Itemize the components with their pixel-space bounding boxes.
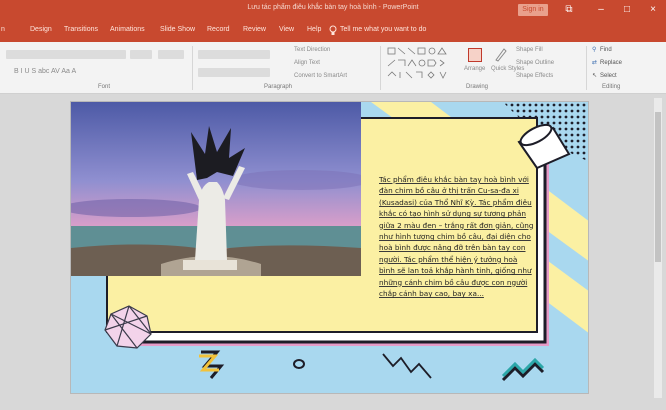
convert-smartart-button[interactable]: Convert to SmartArt <box>294 73 347 79</box>
font-group-label: Font <box>98 84 111 90</box>
font-name-dropdown[interactable] <box>6 50 126 59</box>
tab-view[interactable]: View <box>279 26 294 33</box>
quick-styles-button[interactable]: Quick Styles <box>491 66 524 72</box>
group-divider <box>192 46 193 90</box>
wave-doodle <box>382 353 432 379</box>
paragraph-group-label: Paragraph <box>264 84 293 90</box>
magnifier-icon: ⚲ <box>592 47 597 53</box>
find-button[interactable]: Find <box>600 47 612 53</box>
font-format-buttons[interactable]: B I U S abc AV Aa A <box>14 68 76 75</box>
shapes-gallery[interactable] <box>386 46 462 82</box>
text-direction-button[interactable]: Text Direction <box>294 47 330 53</box>
tab-animations[interactable]: Animations <box>110 26 145 33</box>
editing-group-label: Editing <box>602 84 621 90</box>
tab-record[interactable]: Record <box>207 26 230 33</box>
quick-styles-icon <box>495 48 507 62</box>
shape-effects-button[interactable]: Shape Effects <box>516 73 553 79</box>
title-bar: Lưu tác phẩm điêu khắc bàn tay hoà bình … <box>0 0 666 20</box>
drawing-group-label: Drawing <box>466 84 489 90</box>
ribbon-tabs: n Design Transitions Animations Slide Sh… <box>0 20 666 42</box>
sign-in-button[interactable]: Sign in <box>518 4 548 16</box>
slide-body-text[interactable]: Tác phẩm điêu khắc bàn tay hoà bình với … <box>379 174 535 299</box>
cursor-icon: ↖ <box>592 73 598 79</box>
align-text-button[interactable]: Align Text <box>294 60 320 66</box>
select-button[interactable]: Select <box>600 73 617 79</box>
tab-help[interactable]: Help <box>307 26 321 33</box>
group-divider <box>586 46 587 90</box>
tab-insert[interactable]: n <box>1 26 5 33</box>
tab-slide-show[interactable]: Slide Show <box>160 26 195 33</box>
shape-fill-button[interactable]: Shape Fill <box>516 47 543 53</box>
arrange-icon <box>468 48 482 62</box>
ring-doodle <box>293 359 305 369</box>
ribbon: B I U S abc AV Aa A Font Text Direction … <box>0 42 666 94</box>
list-buttons[interactable] <box>198 50 270 59</box>
shape-outline-button[interactable]: Shape Outline <box>516 60 554 66</box>
tab-design[interactable]: Design <box>30 26 52 33</box>
font-grow-shrink-buttons[interactable] <box>158 50 184 59</box>
sculpture-photo[interactable] <box>71 102 361 276</box>
slide-canvas[interactable]: Tác phẩm điêu khắc bàn tay hoà bình với … <box>70 101 589 394</box>
replace-button[interactable]: Replace <box>600 60 622 66</box>
align-buttons[interactable] <box>198 68 270 77</box>
close-icon[interactable]: × <box>642 2 664 18</box>
minimize-icon[interactable]: – <box>590 2 612 18</box>
tell-me-box[interactable]: Tell me what you want to do <box>340 26 426 33</box>
tab-review[interactable]: Review <box>243 26 266 33</box>
font-size-dropdown[interactable] <box>130 50 152 59</box>
restore-icon[interactable]: ⧉ <box>558 2 580 18</box>
maximize-icon[interactable]: □ <box>616 2 638 18</box>
lightbulb-icon <box>329 25 337 35</box>
tab-transitions[interactable]: Transitions <box>64 26 98 33</box>
replace-icon: ⇄ <box>592 60 598 66</box>
arrange-button[interactable]: Arrange <box>464 66 485 72</box>
group-divider <box>380 46 381 90</box>
scrollbar-thumb[interactable] <box>655 112 661 262</box>
